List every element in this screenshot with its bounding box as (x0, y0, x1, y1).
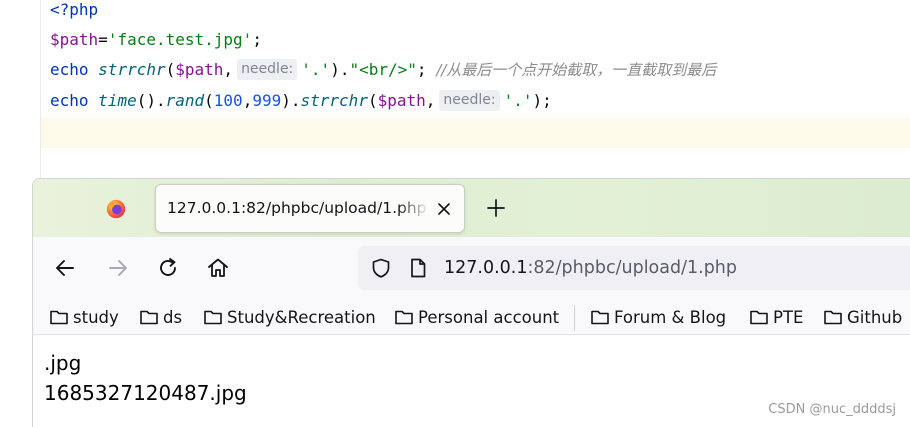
editor-gutter-divider (40, 0, 41, 180)
php-open-tag: <?php (50, 0, 99, 19)
bookmark-label: Personal account (418, 307, 560, 327)
folder-icon (750, 310, 768, 325)
bookmark-folder-personal-account[interactable]: Personal account (394, 299, 559, 335)
folder-icon (395, 310, 413, 325)
shield-icon[interactable] (370, 257, 392, 279)
reload-icon[interactable] (155, 255, 181, 281)
bookmark-folder-study-recreation[interactable]: Study&Recreation (203, 299, 376, 335)
arrow-left-icon[interactable] (52, 255, 78, 281)
close-icon[interactable] (435, 200, 453, 218)
folder-icon (591, 310, 609, 325)
string-literal: "<br/>" (349, 60, 417, 79)
paren: () (136, 91, 156, 110)
variable: $path (50, 30, 99, 49)
bookmark-label: Forum & Blog (614, 307, 727, 327)
code-comment: //从最后一个点开始截取，一直截取到最后 (436, 61, 717, 79)
folder-icon (824, 310, 842, 325)
parameter-hint: needle: (237, 59, 298, 80)
parameter-hint: needle: (439, 90, 500, 111)
arrow-right-icon[interactable] (105, 255, 131, 281)
bookmark-label: Github (847, 307, 903, 327)
comma: , (223, 60, 234, 79)
paren: ) (330, 60, 340, 79)
output-line-2: 1685327120487.jpg (44, 381, 247, 405)
paren: ) (532, 91, 543, 110)
code-line-3[interactable]: echo strrchr($path, needle: '.')."<br/>"; … (50, 55, 716, 85)
paren: ) (281, 91, 291, 110)
keyword: echo (50, 91, 89, 110)
folder-icon (140, 310, 158, 325)
semicolon: ; (252, 30, 262, 49)
bookmark-folder-github[interactable]: Github (823, 299, 902, 335)
tab-title: 127.0.0.1:82/phpbc/upload/1.php (167, 199, 427, 217)
navigation-toolbar: 127.0.0.1:82/phpbc/upload/1.php (33, 237, 910, 299)
string-literal: '.' (301, 60, 331, 79)
page-icon[interactable] (408, 257, 428, 279)
paren: ( (204, 91, 214, 110)
bookmark-label: ds (163, 307, 183, 327)
variable: $path (377, 91, 426, 110)
string-literal: '.' (503, 91, 533, 110)
url-path: :82/phpbc/upload/1.php (527, 258, 738, 278)
operator: . (155, 91, 166, 110)
url-text[interactable]: 127.0.0.1:82/phpbc/upload/1.php (444, 246, 737, 290)
tab-active[interactable]: 127.0.0.1:82/phpbc/upload/1.php (155, 184, 465, 233)
watermark-text: CSDN @nuc_ddddsj (768, 402, 896, 417)
bookmarks-toolbar: study ds Study&Recreation Personal accou… (33, 299, 910, 335)
bookmark-label: study (73, 307, 119, 327)
number-literal: 100 (213, 91, 243, 110)
function-name: time (98, 91, 137, 110)
string-literal: 'face.test.jpg' (107, 30, 253, 49)
tab-strip: 127.0.0.1:82/phpbc/upload/1.php (33, 179, 910, 237)
folder-icon (50, 310, 68, 325)
function-name: strrchr (300, 91, 368, 110)
home-icon[interactable] (205, 255, 231, 281)
bookmarks-separator (574, 305, 575, 331)
operator: . (290, 91, 301, 110)
paren: ( (367, 91, 378, 110)
variable: $path (175, 60, 224, 79)
operator: = (98, 30, 108, 49)
comma: , (242, 91, 253, 110)
output-line-1: .jpg (44, 351, 82, 375)
bookmark-folder-pte[interactable]: PTE (749, 299, 803, 335)
code-line-4[interactable]: echo time().rand(100,999).strrchr($path,… (50, 86, 552, 116)
code-line-2[interactable]: $path='face.test.jpg'; (50, 25, 262, 55)
semicolon: ; (542, 91, 552, 110)
number-literal: 999 (252, 91, 282, 110)
bookmark-label: PTE (773, 307, 804, 327)
url-bar[interactable]: 127.0.0.1:82/phpbc/upload/1.php (358, 246, 910, 290)
comma: , (425, 91, 436, 110)
plus-icon[interactable] (485, 197, 507, 219)
bookmark-folder-forum-blog[interactable]: Forum & Blog (590, 299, 726, 335)
bookmark-label: Study&Recreation (227, 307, 376, 327)
keyword: echo (50, 60, 89, 79)
code-line-1[interactable]: <?php (50, 0, 98, 25)
browser-window: 127.0.0.1:82/phpbc/upload/1.php 127.0.0.… (32, 178, 910, 427)
current-line-highlight (41, 118, 910, 148)
firefox-icon[interactable] (105, 198, 127, 220)
paren: ( (165, 60, 176, 79)
semicolon: ; (416, 60, 427, 79)
url-host: 127.0.0.1 (444, 258, 528, 278)
bookmark-folder-study[interactable]: study (49, 299, 119, 335)
bookmark-folder-ds[interactable]: ds (139, 299, 182, 335)
function-name: strrchr (98, 60, 166, 79)
folder-icon (204, 310, 222, 325)
function-name: rand (165, 91, 205, 110)
